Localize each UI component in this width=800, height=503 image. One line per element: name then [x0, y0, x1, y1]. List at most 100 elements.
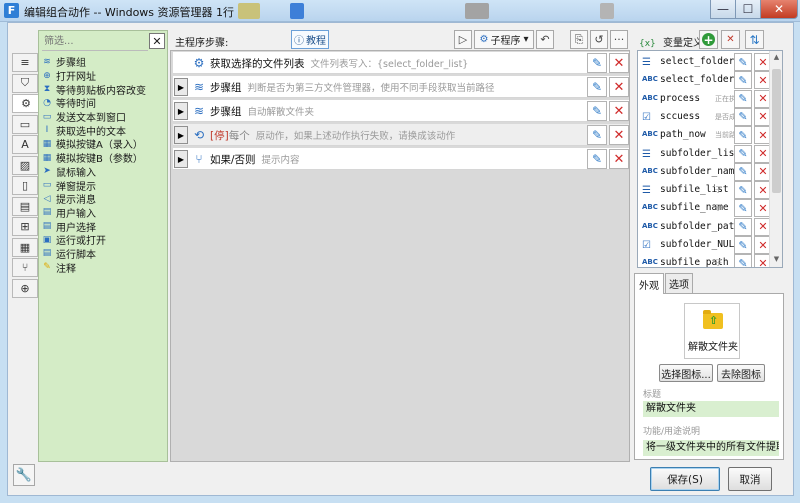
- left-tab-5[interactable]: ▨: [12, 155, 38, 175]
- more-button[interactable]: ···: [610, 30, 628, 49]
- tree-item[interactable]: ➤ 鼠标输入: [39, 165, 167, 179]
- left-tab-3[interactable]: ▭: [12, 114, 38, 134]
- edit-variable-button[interactable]: ✎: [734, 162, 752, 181]
- maximize-button[interactable]: ☐: [735, 0, 761, 19]
- expand-icon[interactable]: ▶: [174, 150, 188, 168]
- delete-step-button[interactable]: ✕: [609, 101, 629, 121]
- edit-variable-button[interactable]: ✎: [734, 126, 752, 145]
- sort-variables-button[interactable]: ⇅: [745, 30, 764, 49]
- tree-item[interactable]: ▤ 用户选择: [39, 219, 167, 234]
- subprogram-dropdown[interactable]: ⚙ 子程序 ▾: [474, 30, 534, 49]
- step-row[interactable]: ▶ ≋ 步骤组 自动解散文件夹 ✎ ✕: [173, 100, 629, 122]
- edit-step-button[interactable]: ✎: [587, 53, 607, 73]
- tree-item[interactable]: ▭ 发送文本到窗口: [39, 110, 167, 125]
- edit-step-button[interactable]: ✎: [587, 149, 607, 169]
- remove-icon-button[interactable]: 去除图标: [717, 364, 765, 382]
- delete-step-button[interactable]: ✕: [609, 125, 629, 145]
- tab-appearance[interactable]: 外观: [634, 273, 664, 294]
- variable-row[interactable]: ☑ subfolder_NULL ✎ ✕: [640, 236, 772, 254]
- variable-row[interactable]: ABCpath_now当前路径✎✕: [640, 126, 772, 145]
- delete-step-button[interactable]: ✕: [609, 149, 629, 169]
- tree-item[interactable]: ◔ 等待时间: [39, 96, 167, 111]
- left-tab-9[interactable]: ▦: [12, 237, 38, 257]
- edit-variable-button[interactable]: ✎: [734, 236, 752, 254]
- tree-item[interactable]: ▭ 弹窗提示: [39, 178, 167, 193]
- scroll-thumb[interactable]: [772, 69, 781, 193]
- step-row[interactable]: ⚙ 获取选择的文件列表 文件列表写入：{select_folder_list} ✎ ✕: [173, 52, 629, 74]
- edit-variable-button[interactable]: ✎: [734, 144, 752, 163]
- delete-variable-button[interactable]: ✕: [721, 30, 740, 49]
- edit-step-button[interactable]: ✎: [587, 77, 607, 97]
- left-tab-6[interactable]: ▯: [12, 176, 38, 195]
- tree-item[interactable]: ▦ 模拟按键A（录入）: [39, 137, 167, 152]
- edit-variable-button[interactable]: ✎: [734, 199, 752, 218]
- left-tab-11[interactable]: ⊕: [12, 278, 38, 298]
- tree-item[interactable]: ▦ 模拟按键B（参数）: [39, 151, 167, 166]
- step-row[interactable]: ▶ ⟲ [停]每个 原动作，如果上述动作执行失败，请换成该动作 ✎ ✕: [173, 124, 629, 146]
- tutorial-button[interactable]: ⓘ 教程: [291, 30, 329, 49]
- variable-row[interactable]: ABC subfolder_path ✎ ✕: [640, 217, 772, 236]
- variable-row[interactable]: ☰ select_folder_ ✎ ✕: [640, 53, 772, 71]
- tree-item[interactable]: ⊕ 打开网址: [39, 69, 167, 84]
- expand-icon[interactable]: ▶: [174, 78, 188, 96]
- expand-icon[interactable]: ▶: [174, 126, 188, 144]
- settings-wrench-button[interactable]: 🔧: [13, 464, 35, 486]
- left-tab-7[interactable]: ▤: [12, 196, 38, 216]
- variable-row[interactable]: ☰ subfile_list 子 ✎ ✕: [640, 181, 772, 200]
- icon-preview[interactable]: ⇧ 解散文件夹: [684, 303, 740, 359]
- step-row[interactable]: ▶ ≋ 步骤组 判断是否为第三方文件管理器，使用不同手段获取当前路径 ✎ ✕: [173, 76, 629, 98]
- save-copy-button[interactable]: ⎘: [570, 30, 588, 49]
- left-tab-1[interactable]: ⛉: [12, 73, 38, 93]
- edit-variable-button[interactable]: ✎: [734, 181, 752, 200]
- edit-variable-button[interactable]: ✎: [734, 217, 752, 236]
- variable-row[interactable]: ABC subfolder_name ✎ ✕: [640, 162, 772, 181]
- delete-step-button[interactable]: ✕: [609, 77, 629, 97]
- variable-row[interactable]: ABC subfile_name 子 ✎ ✕: [640, 199, 772, 218]
- add-variable-button[interactable]: +: [699, 30, 718, 49]
- variable-row[interactable]: ABCprocess正在执行✎✕: [640, 89, 772, 108]
- edit-variable-button[interactable]: ✎: [734, 254, 752, 267]
- expand-icon[interactable]: ▶: [174, 102, 188, 120]
- filter-input[interactable]: [42, 33, 148, 51]
- variable-row[interactable]: ABC select_folder_ ✎ ✕: [640, 71, 772, 90]
- left-tab-2[interactable]: ⚙: [12, 94, 40, 113]
- tree-item[interactable]: ✎ 注释: [39, 260, 167, 275]
- step-row[interactable]: ▶ ⑂ 如果/否则 提示内容 ✎ ✕: [173, 148, 629, 170]
- run-button[interactable]: ▷: [454, 30, 472, 49]
- tree-item[interactable]: I 获取选中的文本: [39, 123, 167, 138]
- minimize-button[interactable]: —: [710, 0, 736, 19]
- cancel-button[interactable]: 取消: [728, 467, 772, 491]
- save-button[interactable]: 保存(S): [650, 467, 720, 491]
- tree-item[interactable]: ≋ 步骤组: [39, 55, 167, 70]
- left-tab-4[interactable]: A: [12, 135, 38, 154]
- scroll-down-icon[interactable]: ▼: [772, 255, 781, 265]
- variable-row[interactable]: ABC subfile_path 子 ✎ ✕: [640, 254, 772, 267]
- edit-step-button[interactable]: ✎: [587, 101, 607, 121]
- edit-variable-button[interactable]: ✎: [734, 89, 752, 108]
- close-window-button[interactable]: ✕: [760, 0, 798, 19]
- left-tab-0[interactable]: ≡: [12, 53, 38, 72]
- scroll-up-icon[interactable]: ▲: [772, 53, 781, 63]
- choose-icon-button[interactable]: 选择图标...: [659, 364, 713, 382]
- tree-item[interactable]: ▤ 用户输入: [39, 206, 167, 220]
- delete-step-button[interactable]: ✕: [609, 53, 629, 73]
- history-button[interactable]: ↺: [590, 30, 608, 49]
- undo-button[interactable]: ↶: [536, 30, 554, 49]
- tree-item[interactable]: ⧗ 等待剪贴板内容改变: [39, 82, 167, 97]
- description-field[interactable]: 将一级文件夹中的所有文件提取到: [643, 440, 779, 456]
- edit-variable-button[interactable]: ✎: [734, 107, 752, 126]
- tab-options[interactable]: 选项: [665, 273, 693, 293]
- edit-step-button[interactable]: ✎: [587, 125, 607, 145]
- left-tab-10[interactable]: ⑂: [12, 258, 38, 277]
- left-tab-8[interactable]: ⊞: [12, 217, 38, 236]
- variable-scrollbar[interactable]: ▲ ▼: [769, 51, 782, 267]
- edit-variable-button[interactable]: ✎: [734, 71, 752, 90]
- variable-row[interactable]: ☑sccuess是否成功✎✕: [640, 107, 772, 126]
- title-field[interactable]: 解散文件夹: [643, 401, 779, 417]
- tree-item[interactable]: ▣ 运行或打开: [39, 233, 167, 248]
- edit-variable-button[interactable]: ✎: [734, 53, 752, 71]
- variable-row[interactable]: ☰ subfolder_list ✎ ✕: [640, 144, 772, 163]
- tree-item[interactable]: ▤ 运行脚本: [39, 247, 167, 261]
- filter-clear-button[interactable]: ✕: [149, 33, 165, 49]
- tree-item[interactable]: ◁ 提示消息: [39, 192, 167, 207]
